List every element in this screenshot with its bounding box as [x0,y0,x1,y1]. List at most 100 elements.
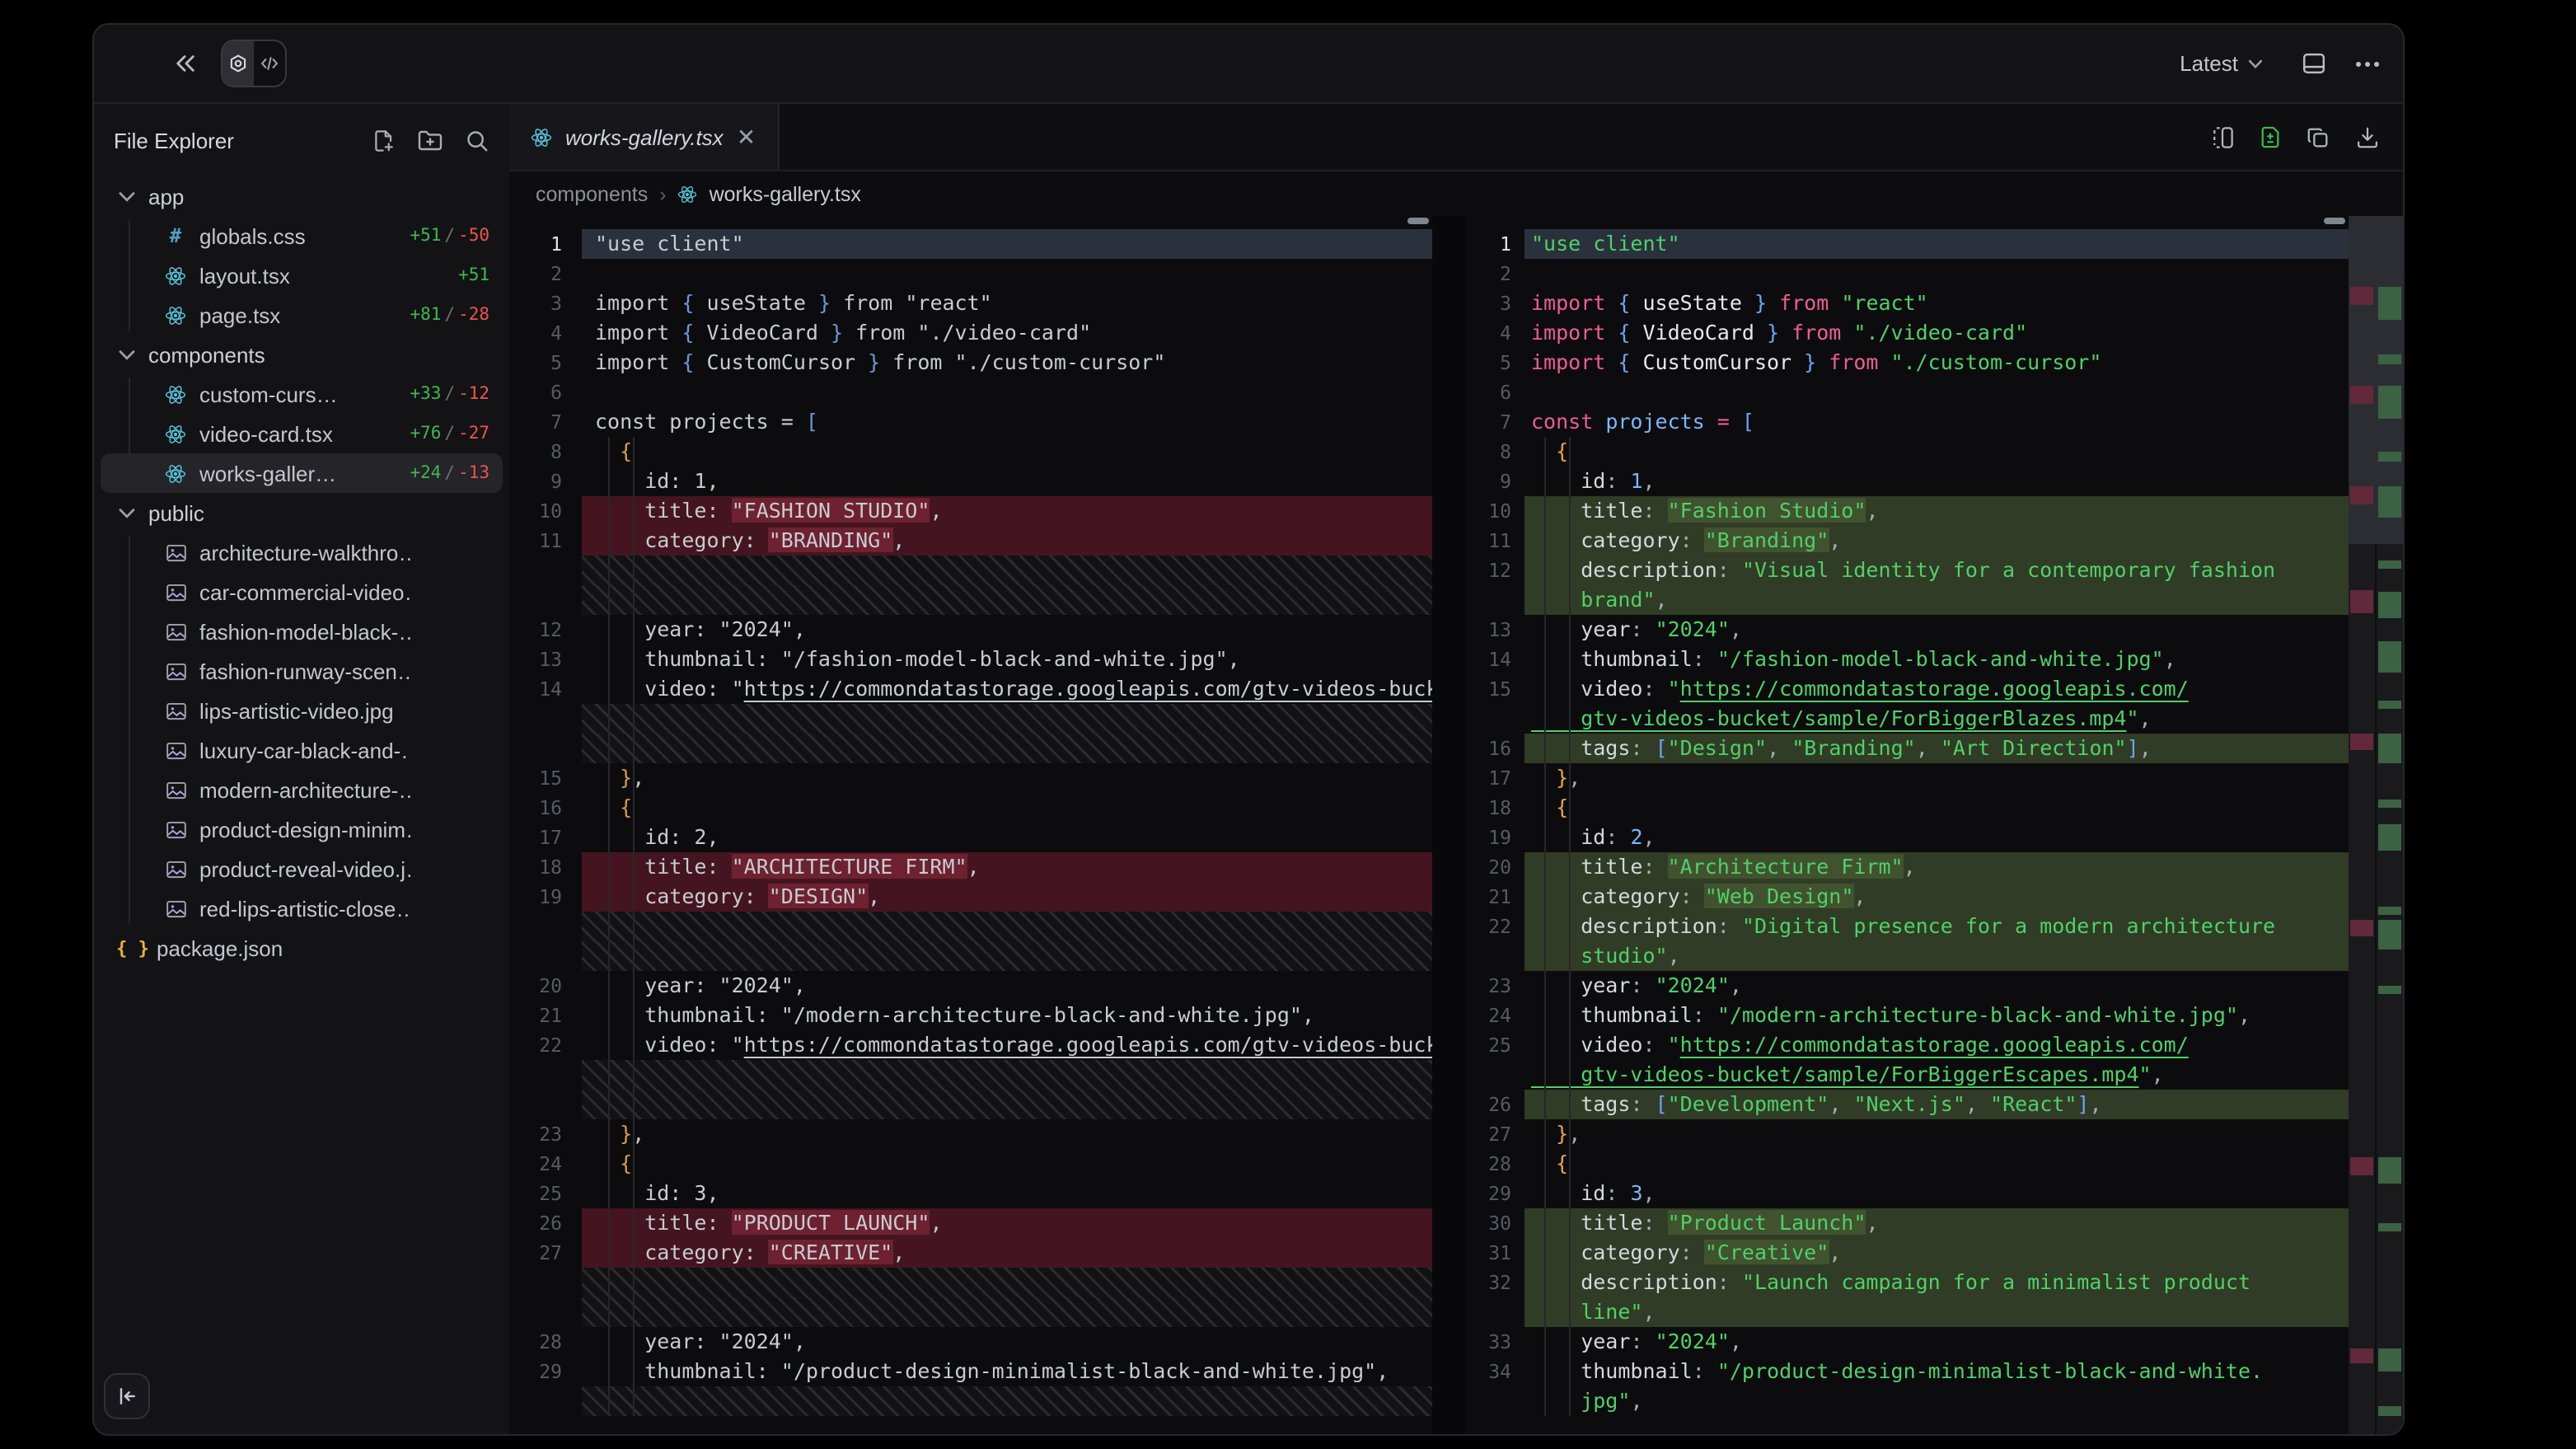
file-item[interactable]: product-design-minim… [101,809,503,849]
image-file-icon [163,779,188,800]
code-line [509,1060,1432,1090]
overview-addition-mark [2378,800,2401,808]
line-number [509,1297,582,1327]
close-tab-icon[interactable]: ✕ [737,125,756,148]
css-file-icon: # [163,224,188,247]
file-item[interactable]: layout.tsx+51 [101,256,503,295]
file-item[interactable]: lips-artistic-video.jpg [101,691,503,730]
breadcrumb-file[interactable]: works-gallery.tsx [710,182,861,205]
file-tree: app#globals.css+51/-50layout.tsx+51page.… [94,176,509,968]
file-item[interactable]: product-reveal-video.j… [101,849,503,889]
folder-name: components [148,342,265,367]
folder-name: app [148,184,184,209]
line-number [509,1386,582,1416]
line-number: 15 [1465,674,1525,704]
collapse-sidebar-button[interactable] [104,1373,150,1419]
version-label: Latest [2180,51,2238,76]
diff-overview-gutter[interactable] [2349,216,2403,1436]
diff-pane-modified[interactable]: 1"use client"23import { useState } from … [1465,216,2352,1436]
file-name: modern-architecture-… [199,777,410,802]
code-line [509,734,1432,763]
line-number: 33 [1465,1327,1525,1357]
tab-works-gallery[interactable]: works-gallery.tsx ✕ [509,104,779,170]
code-line: 4import { VideoCard } from "./video-card… [509,318,1432,348]
file-item[interactable]: #globals.css+51/-50 [101,216,503,256]
diff-added: +51 [410,226,441,246]
file-item[interactable]: car-commercial-video… [101,572,503,612]
file-item[interactable]: page.tsx+81/-28 [101,295,503,335]
file-item[interactable]: { }package.json [101,928,503,968]
diff-added: +33 [410,384,441,404]
diff-removed: -50 [458,226,489,246]
tab-label: works-gallery.tsx [565,124,724,149]
line-number: 11 [1465,526,1525,556]
line-number: 5 [509,348,582,377]
overview-deletion-mark [2350,287,2373,305]
overview-deletion-mark [2350,590,2373,613]
scrollbar-thumb[interactable] [2324,218,2345,224]
code-line: studio", [1465,941,2352,971]
diff-pane-original[interactable]: 1"use client"23import { useState } from … [509,216,1432,1436]
folder-item[interactable]: components [101,335,503,374]
diff-added: +76 [410,424,441,443]
top-toolbar: Latest [94,25,2403,104]
code-line [509,1297,1432,1327]
code-line: 10 title: "FASHION STUDIO", [509,496,1432,526]
more-options-icon[interactable] [2355,60,2380,67]
code-view-icon[interactable] [254,41,285,86]
scrollbar-thumb[interactable] [1407,218,1429,224]
code-line: 19 id: 2, [1465,823,2352,852]
file-item[interactable]: modern-architecture-… [101,770,503,809]
file-item[interactable]: works-galler…+24/-13 [101,453,503,493]
image-file-icon [163,542,188,563]
code-line: 2 [1465,259,2352,288]
collapse-panel-icon[interactable] [173,53,198,74]
code-line: 28 year: "2024", [509,1327,1432,1357]
search-icon[interactable] [465,128,489,152]
file-item[interactable]: custom-curs…+33/-12 [101,374,503,414]
download-icon[interactable] [2355,124,2380,149]
folder-item[interactable]: public [101,493,503,532]
file-item[interactable]: luxury-car-black-and-… [101,730,503,770]
line-number: 7 [1465,407,1525,437]
code-line [509,704,1432,734]
panel-layout-icon[interactable] [2301,51,2327,76]
new-folder-icon[interactable] [417,128,443,152]
code-line: 10 title: "Fashion Studio", [1465,496,2352,526]
file-item[interactable]: video-card.tsx+76/-27 [101,414,503,453]
copy-icon[interactable] [2306,124,2330,149]
line-number [1465,704,1525,734]
diff-file-icon[interactable] [2260,124,2281,149]
line-number [509,1268,582,1297]
code-line: 18 { [1465,793,2352,823]
breadcrumb-folder[interactable]: components [536,182,648,205]
line-number: 26 [509,1208,582,1238]
file-name: globals.css [199,223,306,248]
file-item[interactable]: fashion-runway-scen… [101,651,503,691]
image-file-icon [163,581,188,603]
line-number: 13 [509,645,582,674]
line-number [1465,585,1525,615]
code-line: 22 video: "https://commondatastorage.goo… [509,1030,1432,1060]
image-file-icon [163,660,188,682]
code-line: gtv-videos-bucket/sample/ForBiggerBlazes… [1465,704,2352,734]
new-file-icon[interactable] [371,128,396,152]
file-item[interactable]: architecture-walkthro… [101,532,503,572]
preview-eye-icon[interactable] [222,41,254,86]
indent-guide [608,437,610,1416]
code-line: 20 year: "2024", [509,971,1432,1001]
file-item[interactable]: fashion-model-black-… [101,612,503,651]
diff-added: +81 [410,305,441,325]
overview-addition-mark [2378,986,2401,994]
version-dropdown[interactable]: Latest [2170,49,2273,77]
pane-divider [1432,216,1465,1436]
folder-item[interactable]: app [101,176,503,216]
react-file-icon [163,462,188,484]
line-number [509,1060,582,1090]
code-line: 22 description: "Digital presence for a … [1465,912,2352,941]
line-number: 20 [509,971,582,1001]
code-line [509,556,1432,585]
line-number: 14 [509,674,582,704]
split-view-icon[interactable] [2210,124,2235,149]
file-item[interactable]: red-lips-artistic-close… [101,889,503,928]
